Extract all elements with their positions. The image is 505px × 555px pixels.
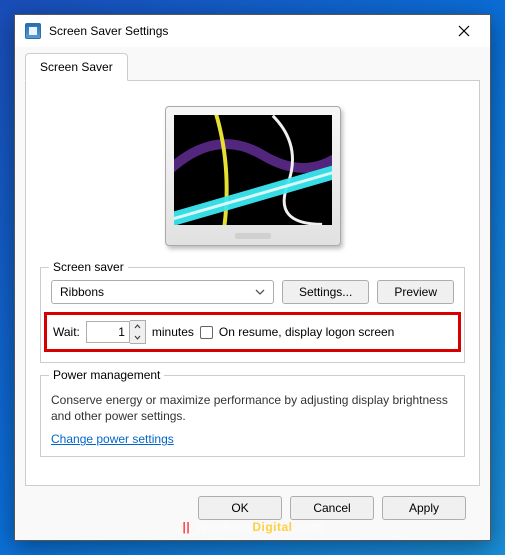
cancel-button[interactable]: Cancel	[290, 496, 374, 520]
screensaver-dropdown[interactable]: Ribbons	[51, 280, 274, 304]
screensaver-preview	[174, 115, 332, 225]
power-group: Power management Conserve energy or maxi…	[40, 375, 465, 457]
app-icon	[25, 23, 41, 39]
titlebar: Screen Saver Settings	[15, 15, 490, 47]
wait-spinner	[86, 320, 146, 344]
tabstrip: Screen Saver	[25, 53, 480, 81]
preview-button[interactable]: Preview	[377, 280, 454, 304]
screensaver-group: Screen saver Ribbons Settings... Preview…	[40, 267, 465, 363]
close-icon	[458, 25, 470, 37]
screensaver-selected: Ribbons	[60, 285, 104, 299]
chevron-up-icon	[134, 324, 141, 329]
ok-button[interactable]: OK	[198, 496, 282, 520]
chevron-down-icon	[134, 335, 141, 340]
tab-body: Screen saver Ribbons Settings... Preview…	[25, 81, 480, 486]
preview-area	[40, 91, 465, 261]
settings-button[interactable]: Settings...	[282, 280, 369, 304]
close-button[interactable]	[442, 17, 486, 45]
apply-button[interactable]: Apply	[382, 496, 466, 520]
content-area: Screen Saver Scree	[15, 47, 490, 540]
monitor-frame	[165, 106, 341, 246]
change-power-settings-link[interactable]: Change power settings	[51, 432, 174, 446]
tab-screen-saver[interactable]: Screen Saver	[25, 53, 128, 81]
wait-input[interactable]	[86, 321, 130, 343]
chevron-down-icon	[255, 287, 265, 297]
resume-checkbox[interactable]	[200, 326, 213, 339]
power-description: Conserve energy or maximize performance …	[51, 392, 454, 424]
resume-label: On resume, display logon screen	[219, 325, 394, 339]
wait-spin-up[interactable]	[130, 321, 145, 332]
screen-saver-settings-window: Screen Saver Settings Screen Saver	[14, 14, 491, 541]
wait-unit: minutes	[152, 325, 194, 339]
wait-row-highlight: Wait: minutes On resume, display logon s…	[44, 312, 461, 352]
screensaver-legend: Screen saver	[49, 260, 128, 274]
wait-spin-down[interactable]	[130, 332, 145, 343]
dialog-footer: OK Cancel Apply	[25, 486, 480, 530]
power-legend: Power management	[49, 368, 164, 382]
window-title: Screen Saver Settings	[49, 24, 442, 38]
wait-label: Wait:	[53, 325, 80, 339]
